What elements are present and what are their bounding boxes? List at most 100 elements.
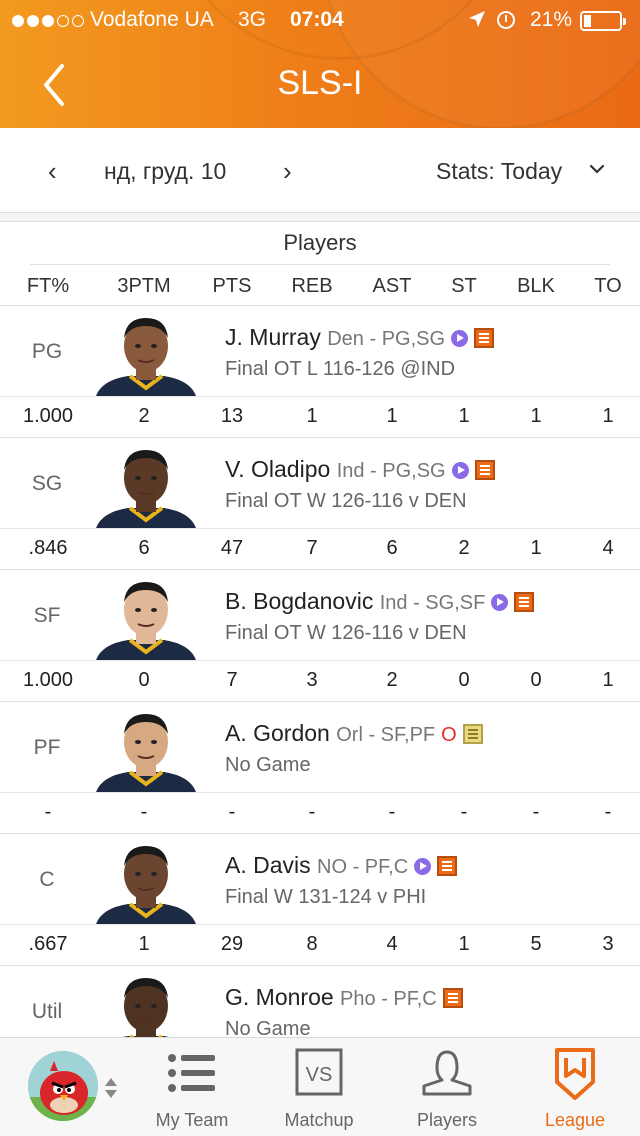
game-result: Final OT L 116-126 @IND (225, 358, 456, 380)
player-notes-icon[interactable] (474, 328, 495, 348)
column-header[interactable]: PTS (192, 275, 272, 298)
player-name[interactable]: A. Davis (225, 852, 311, 878)
game-result: Final OT W 126-116 v DEN (225, 622, 467, 644)
next-day-button[interactable]: › (283, 156, 292, 187)
stat-value: - (460, 801, 468, 823)
roster-position[interactable]: PF (0, 736, 94, 760)
stat-value: 0 (458, 669, 470, 691)
stat-value: 6 (138, 537, 150, 559)
stat-value: 29 (220, 933, 244, 955)
player-photo[interactable] (92, 842, 200, 924)
column-header[interactable]: AST (352, 275, 432, 298)
previous-day-button[interactable]: ‹ (48, 156, 57, 187)
stat-value: 7 (306, 537, 318, 559)
team-avatar[interactable] (28, 1051, 98, 1121)
stat-value: - (44, 801, 52, 823)
stat-value: 4 (602, 537, 614, 559)
stat-value: - (604, 801, 612, 823)
video-play-icon[interactable] (491, 594, 509, 611)
stat-value: 1 (530, 537, 542, 559)
player-name-line: V. Oladipo Ind - PG,SG (225, 456, 495, 483)
player-team-positions: Pho - PF,C (340, 988, 437, 1010)
player-name-line: A. Davis NO - PF,C (225, 852, 458, 879)
player-notes-icon[interactable] (437, 856, 458, 876)
stat-value: - (228, 801, 236, 823)
tab-label: Players (416, 1110, 478, 1130)
stat-value: .846 (28, 537, 68, 559)
alarm-clock-icon (497, 11, 515, 29)
roster-position[interactable]: SF (0, 604, 94, 628)
signal-strength-icon (12, 15, 84, 27)
column-header[interactable]: ST (424, 275, 504, 298)
roster-position[interactable]: PG (0, 340, 94, 364)
tab-league[interactable]: League (520, 1046, 630, 1130)
stat-value: 0 (138, 669, 150, 691)
tab-players[interactable]: Players (392, 1046, 502, 1130)
players-section-title: Players (283, 230, 357, 255)
column-header[interactable]: BLK (496, 275, 576, 298)
svg-text:VS: VS (306, 1064, 333, 1086)
player-notes-icon[interactable] (462, 724, 483, 744)
stat-value: - (140, 801, 148, 823)
injury-status-badge[interactable]: O (441, 724, 457, 747)
video-play-icon[interactable] (451, 330, 469, 347)
stats-period-dropdown[interactable]: Stats: Today (436, 158, 562, 185)
player-team-positions: Den - PG,SG (327, 328, 446, 350)
player-name-line: G. Monroe Pho - PF,C (225, 984, 463, 1011)
player-name[interactable]: V. Oladipo (225, 456, 330, 482)
list-icon (168, 1054, 215, 1092)
tab-bar: My Team VS Matchup Players League (0, 1037, 640, 1136)
tab-label: League (544, 1110, 606, 1130)
player-name[interactable]: B. Bogdanovic (225, 588, 373, 614)
column-header[interactable]: TO (568, 275, 640, 298)
stat-value: 1 (458, 405, 470, 427)
current-date[interactable]: нд, груд. 10 (104, 158, 226, 185)
player-name-line: A. Gordon Orl - SF,PF O (225, 720, 483, 747)
stat-value: 47 (220, 537, 244, 559)
league-shield-icon (555, 1048, 595, 1100)
player-notes-icon[interactable] (442, 988, 463, 1008)
player-photo[interactable] (92, 710, 200, 792)
section-divider (0, 212, 640, 222)
player-name[interactable]: G. Monroe (225, 984, 334, 1010)
column-header[interactable]: REB (272, 275, 352, 298)
roster-position[interactable]: Util (0, 1000, 94, 1024)
player-team-positions: Ind - SG,SF (379, 592, 486, 614)
column-header[interactable]: 3PTM (104, 275, 184, 298)
player-photo[interactable] (92, 446, 200, 528)
status-bar: Vodafone UA 3G 07:04 21% (0, 6, 640, 36)
player-stat-row: -------- (0, 801, 640, 831)
stat-value: - (308, 801, 316, 823)
header-divider (30, 264, 610, 265)
tab-matchup[interactable]: VS Matchup (264, 1046, 374, 1130)
roster-position[interactable]: SG (0, 472, 94, 496)
tab-my-team[interactable]: My Team (137, 1046, 247, 1130)
page-title: SLS-I (277, 64, 363, 102)
video-play-icon[interactable] (414, 858, 432, 875)
stat-value: - (388, 801, 396, 823)
stat-value: 1 (458, 933, 470, 955)
game-result: No Game (225, 754, 311, 776)
stat-value: 1.000 (22, 405, 74, 427)
chevron-down-icon[interactable] (588, 158, 606, 184)
stat-value: 5 (530, 933, 542, 955)
stat-value: - (532, 801, 540, 823)
location-arrow-icon (468, 10, 486, 34)
row-divider (0, 396, 640, 397)
roster-position[interactable]: C (0, 868, 94, 892)
player-name[interactable]: A. Gordon (225, 720, 330, 746)
stat-value: 13 (220, 405, 244, 427)
player-notes-icon[interactable] (514, 592, 535, 612)
player-photo[interactable] (92, 578, 200, 660)
player-notes-icon[interactable] (474, 460, 495, 480)
player-name[interactable]: J. Murray (225, 324, 321, 350)
player-photo[interactable] (92, 314, 200, 396)
player-stat-row: .667 1 29 8 4 1 5 3 (0, 933, 640, 963)
player-stat-row: .846 6 47 7 6 2 1 4 (0, 537, 640, 567)
game-result: Final OT W 126-116 v DEN (225, 490, 467, 512)
team-switcher-arrows-icon[interactable] (104, 1076, 118, 1100)
vs-icon: VS (295, 1048, 343, 1096)
video-play-icon[interactable] (451, 462, 469, 479)
column-header[interactable]: FT% (8, 275, 88, 298)
stat-value: 1 (530, 405, 542, 427)
